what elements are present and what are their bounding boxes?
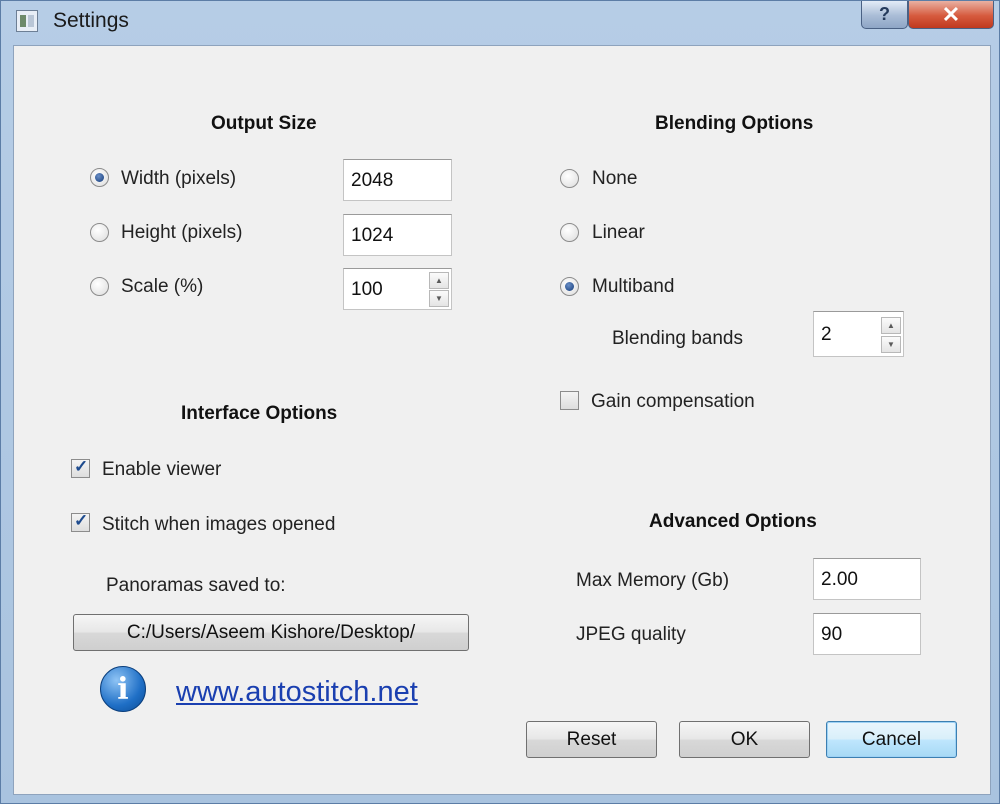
checkmark-icon: ✓ [74, 457, 89, 476]
stitch-when-opened-checkbox[interactable]: ✓ [71, 511, 90, 532]
autostitch-link[interactable]: www.autostitch.net [176, 676, 418, 709]
height-radio[interactable] [90, 223, 109, 242]
panoramas-saved-to-label: Panoramas saved to: [106, 575, 286, 596]
blend-linear-label: Linear [592, 222, 645, 243]
scale-stepper[interactable]: 100 ▲ ▼ [343, 268, 452, 310]
window-title: Settings [53, 9, 129, 32]
jpeg-quality-label: JPEG quality [576, 624, 686, 645]
interface-options-title: Interface Options [181, 403, 338, 424]
reset-button[interactable]: Reset [526, 721, 657, 758]
dialog-body: Output Size Width (pixels) 2048 Height (… [13, 45, 991, 795]
width-input[interactable]: 2048 [343, 159, 452, 201]
blend-multiband-label: Multiband [592, 276, 675, 297]
gain-compensation-label: Gain compensation [591, 391, 755, 412]
settings-window: Settings ? ✕ Output Size Width (pixels) … [0, 0, 1000, 804]
height-input[interactable]: 1024 [343, 214, 452, 256]
advanced-options-title: Advanced Options [649, 511, 817, 532]
app-icon [16, 10, 38, 32]
gain-compensation-checkbox[interactable] [560, 391, 579, 410]
scale-radio[interactable] [90, 277, 109, 296]
ok-button[interactable]: OK [679, 721, 810, 758]
blending-bands-value: 2 [821, 324, 832, 345]
bands-up-arrow-icon[interactable]: ▲ [881, 317, 901, 334]
save-path-button[interactable]: C:/Users/Aseem Kishore/Desktop/ [73, 614, 469, 651]
blend-linear-radio[interactable] [560, 223, 579, 242]
max-memory-label: Max Memory (Gb) [576, 570, 730, 591]
height-label: Height (pixels) [121, 222, 243, 243]
scale-down-arrow-icon[interactable]: ▼ [429, 290, 449, 307]
blend-none-radio[interactable] [560, 169, 579, 188]
title-bar[interactable]: Settings ? ✕ [1, 1, 1000, 43]
bands-down-arrow-icon[interactable]: ▼ [881, 336, 901, 353]
jpeg-quality-input[interactable]: 90 [813, 613, 921, 655]
stitch-when-opened-label: Stitch when images opened [102, 514, 336, 535]
checkmark-icon: ✓ [74, 511, 89, 530]
info-icon: i [100, 666, 146, 712]
help-icon: ? [879, 4, 890, 24]
scale-value: 100 [351, 279, 383, 300]
enable-viewer-checkbox[interactable]: ✓ [71, 457, 90, 478]
scale-up-arrow-icon[interactable]: ▲ [429, 272, 449, 289]
output-size-title: Output Size [211, 113, 317, 134]
blend-multiband-radio[interactable] [560, 277, 579, 296]
max-memory-input[interactable]: 2.00 [813, 558, 921, 600]
blending-bands-label: Blending bands [612, 328, 743, 349]
enable-viewer-label: Enable viewer [102, 459, 222, 480]
width-label: Width (pixels) [121, 168, 237, 189]
width-radio[interactable] [90, 168, 109, 187]
help-button[interactable]: ? [861, 1, 908, 29]
blend-none-label: None [592, 168, 638, 189]
blending-bands-stepper[interactable]: 2 ▲ ▼ [813, 311, 904, 357]
scale-label: Scale (%) [121, 276, 204, 297]
close-button[interactable]: ✕ [908, 1, 994, 29]
cancel-button[interactable]: Cancel [826, 721, 957, 758]
close-icon: ✕ [941, 1, 961, 27]
blending-options-title: Blending Options [655, 113, 814, 134]
